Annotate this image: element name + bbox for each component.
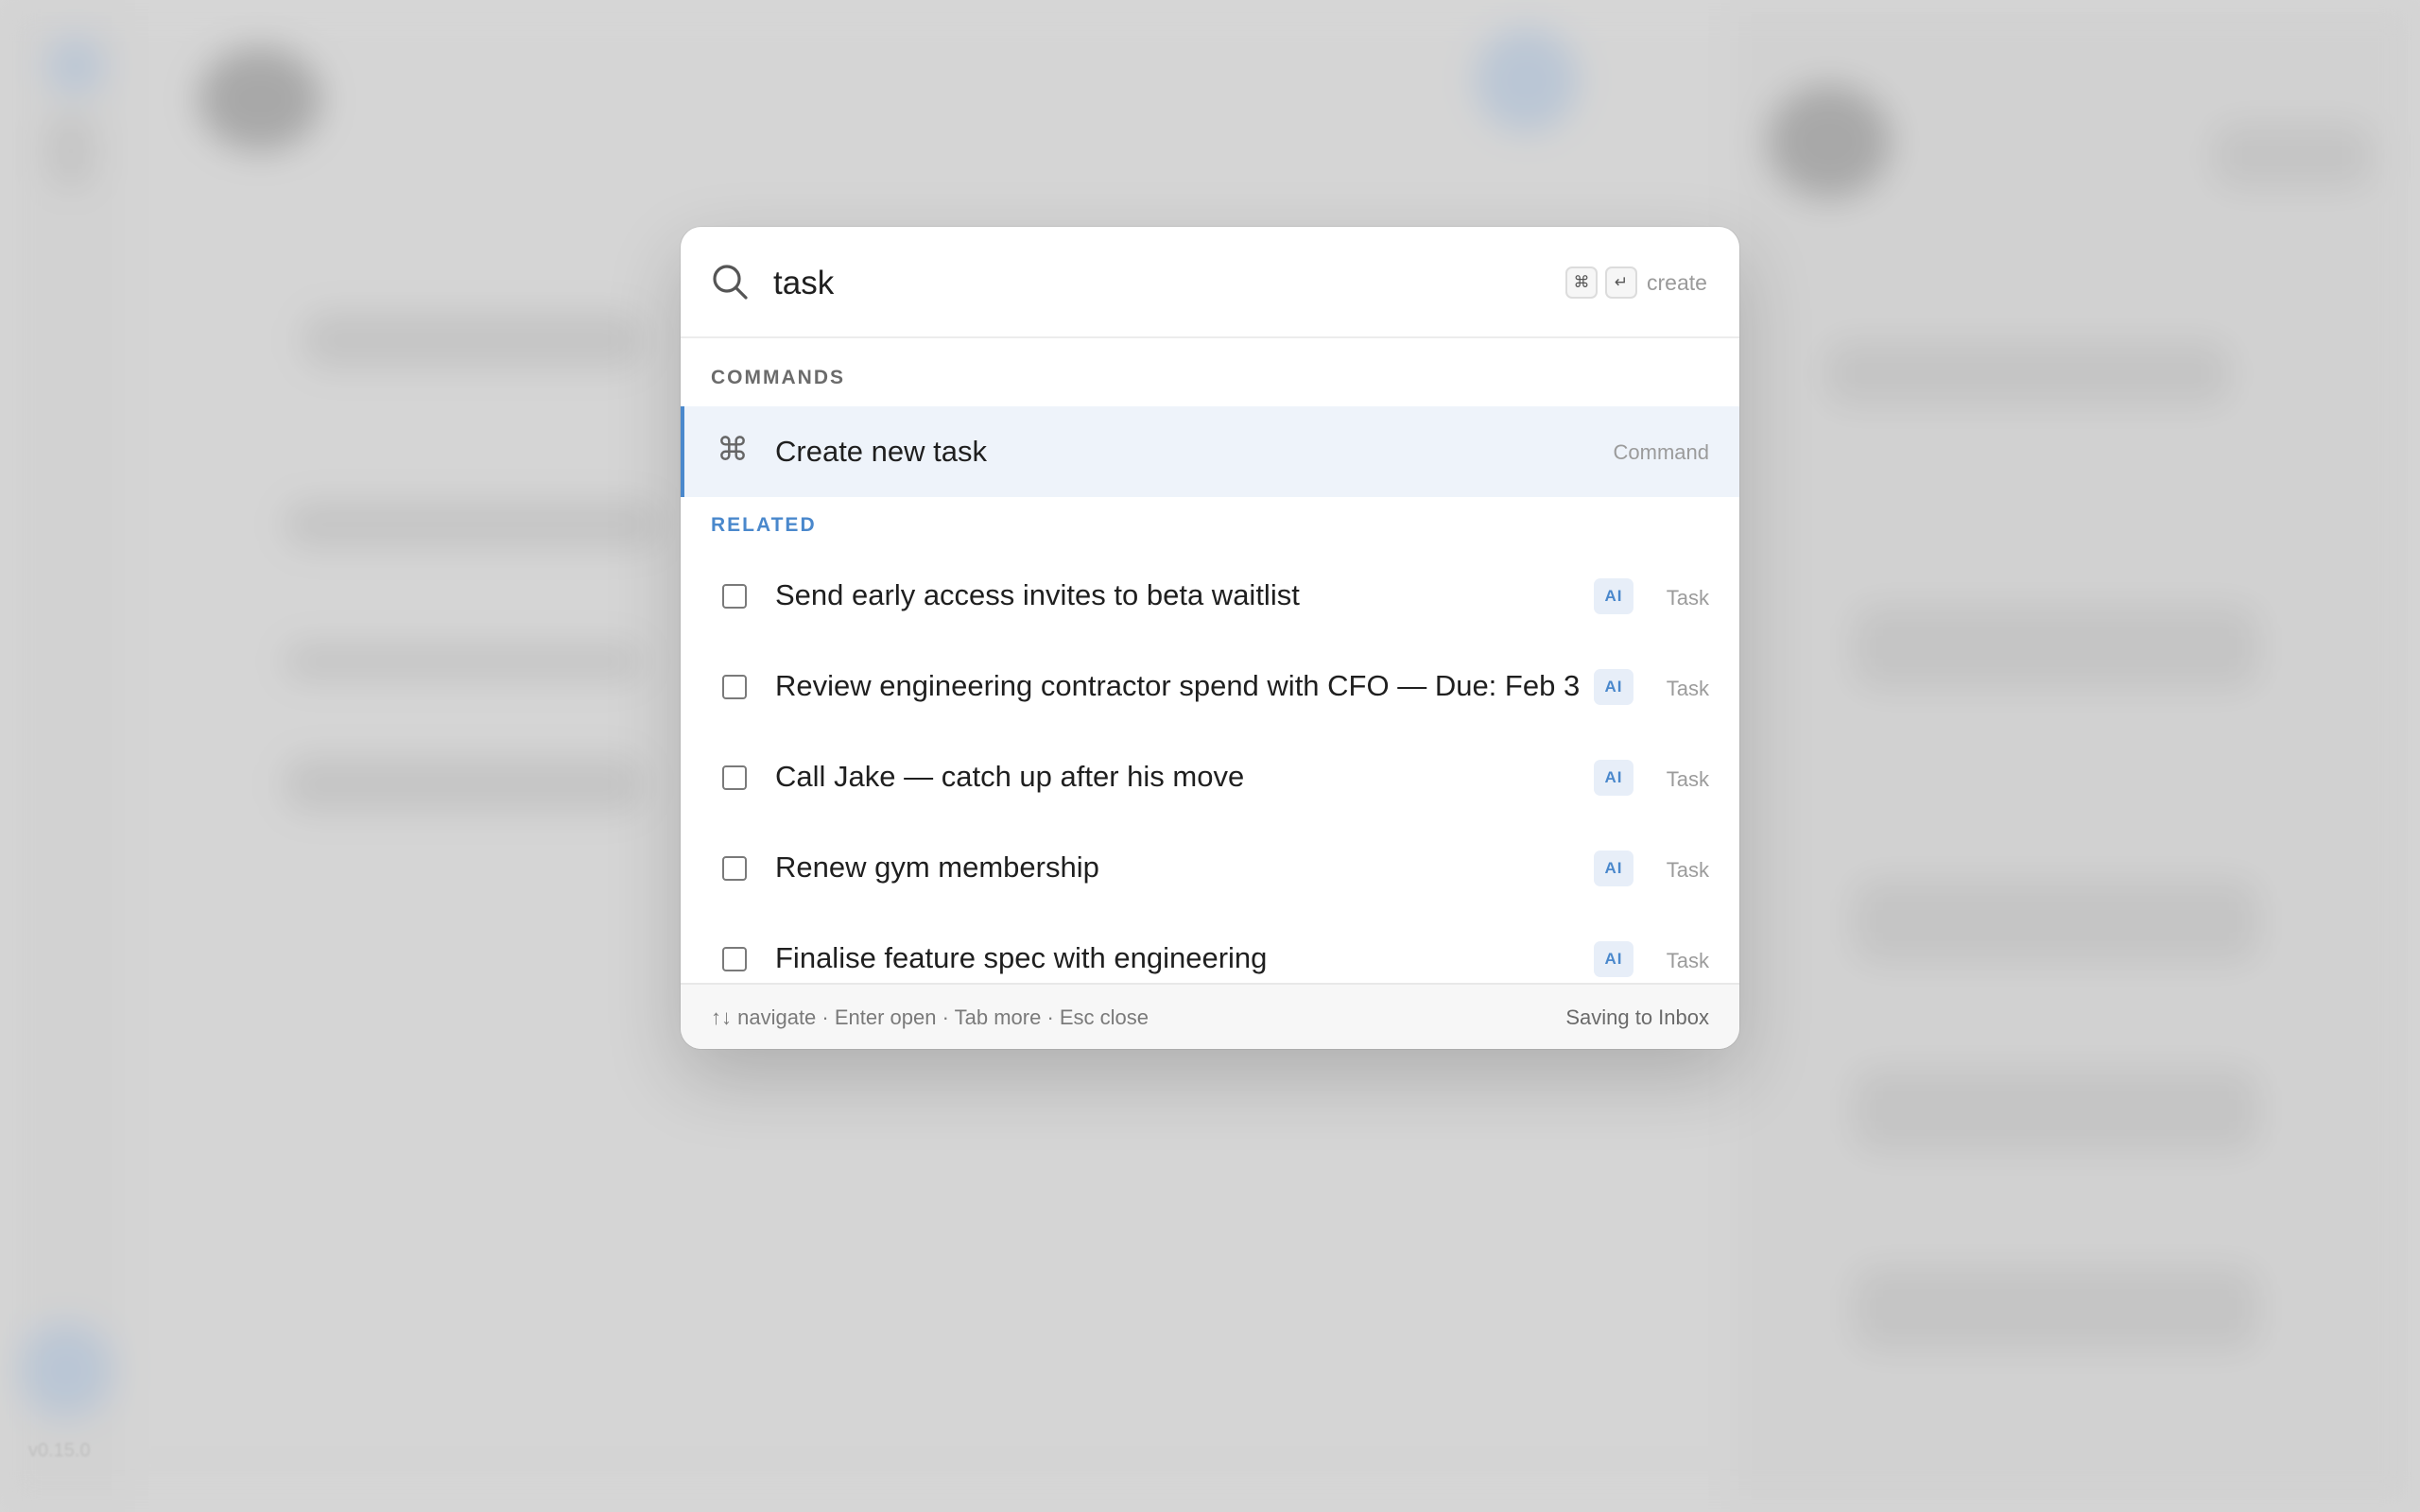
checkbox-icon[interactable] [722,584,747,609]
checkbox-icon[interactable] [722,947,747,971]
enter-key-icon: ↵ [1605,266,1637,299]
ai-badge: AI [1594,941,1634,977]
related-task-type: Task [1666,586,1709,610]
related-task-label: Finalise feature spec with engineering [775,941,1268,974]
command-item-create-new-task[interactable]: ⌘ Create new task Command [681,406,1739,497]
search-input[interactable] [771,249,1437,318]
section-header-commands: COMMANDS [711,367,845,388]
create-shortcut-hint: create [1647,270,1707,295]
related-task-type: Task [1666,677,1709,700]
ai-badge: AI [1594,669,1634,705]
ai-badge: AI [1594,578,1634,614]
related-task-item[interactable]: Send early access invites to beta waitli… [681,552,1739,643]
save-destination-status: Saving to Inbox [1565,1005,1709,1029]
command-item-label: Create new task [775,435,987,468]
command-item-type: Command [1613,440,1709,464]
search-bar: ⌘ ↵ create [681,227,1739,338]
ai-badge: AI [1594,760,1634,796]
checkbox-icon[interactable] [722,856,747,881]
command-palette: ⌘ ↵ create COMMANDS ⌘ Create new task Co… [681,227,1739,1049]
search-icon [713,265,748,300]
related-task-label: Renew gym membership [775,850,1099,884]
related-task-item[interactable]: Review engineering contractor spend with… [681,643,1739,733]
palette-footer: ↑↓ navigate · Enter open · Tab more · Es… [681,983,1739,1049]
related-task-item[interactable]: Renew gym membership AI Task [681,824,1739,915]
command-icon: ⌘ [717,431,749,469]
related-task-label: Review engineering contractor spend with… [775,669,1581,702]
keyboard-hints: ↑↓ navigate · Enter open · Tab more · Es… [711,1005,1150,1029]
related-task-label: Call Jake — catch up after his move [775,760,1245,793]
checkbox-icon[interactable] [722,765,747,790]
related-task-label: Send early access invites to beta waitli… [775,578,1300,611]
related-task-item[interactable]: Call Jake — catch up after his move AI T… [681,733,1739,824]
ai-badge: AI [1594,850,1634,886]
related-task-type: Task [1666,858,1709,882]
related-task-type: Task [1666,767,1709,791]
checkbox-icon[interactable] [722,675,747,699]
section-header-related: RELATED [711,514,817,536]
related-task-type: Task [1666,949,1709,972]
command-key-icon: ⌘ [1565,266,1598,299]
related-task-item[interactable]: Finalise feature spec with engineering A… [681,915,1739,983]
